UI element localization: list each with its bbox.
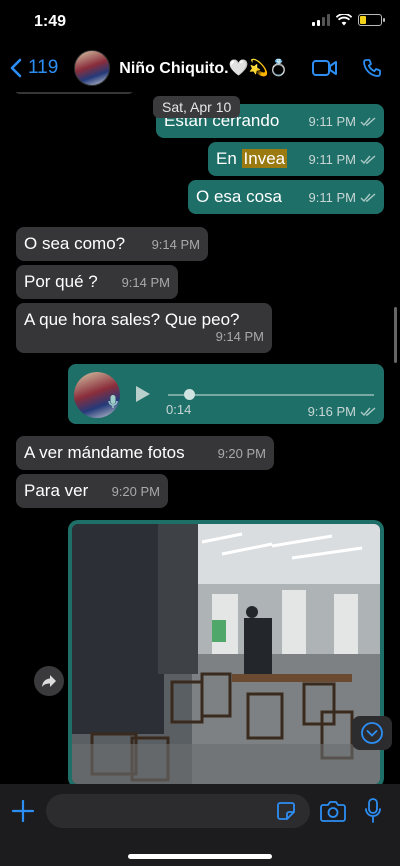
message-time: 9:11 PM [308,114,356,129]
message-text: O sea como? [24,234,126,253]
message-time: 9:20 PM [111,484,160,499]
message-text: A ver mándame fotos [24,443,185,462]
microphone-icon [108,395,118,408]
double-check-icon [360,406,376,416]
message-bubble[interactable]: A que hora sales? Que peo? 9:14 PM [16,303,272,353]
message-time: 9:20 PM [217,446,266,461]
contact-name[interactable]: Niño Chiquito.🤍💫💍 [119,58,288,78]
chevron-down-icon [361,722,383,744]
chat-header: 119 Niño Chiquito.🤍💫💍 [0,44,400,92]
contact-avatar[interactable] [74,50,111,86]
voice-progress-knob[interactable] [184,389,195,400]
photo-image[interactable] [72,524,380,784]
message-bubble[interactable]: O sea como? 9:14 PM [16,227,208,261]
back-count: 119 [28,57,59,78]
status-time: 1:49 [34,13,67,30]
message-text: A que hora sales? Que peo? [24,310,240,329]
scrollbar[interactable] [394,307,397,363]
back-button[interactable]: 119 [10,57,58,79]
camera-icon[interactable] [320,800,346,822]
play-icon[interactable] [134,384,152,404]
input-bar [0,784,400,866]
message-text: Para ver [24,481,89,500]
sticker-icon[interactable] [276,801,296,821]
message-bubble[interactable]: En Invea 9:11 PM [208,142,384,176]
message-time: 9:14 PM [215,329,264,344]
video-call-icon[interactable] [312,59,338,77]
message-bubble[interactable]: Por qué ? 9:14 PM [16,265,178,299]
chat-area[interactable]: Sat, Apr 10 Están cerrando 9:11 PM En In… [0,92,400,784]
date-separator: Sat, Apr 10 [153,96,241,118]
photo-message[interactable] [68,520,384,784]
message-bubble[interactable]: O esa cosa 9:11 PM [188,180,384,214]
plus-icon[interactable] [10,798,36,824]
status-bar: 1:49 [0,0,400,44]
message-text: Por qué ? [24,272,98,291]
search-highlight: Invea [241,149,288,168]
message-time: 9:14 PM [121,275,170,290]
phone-icon[interactable] [362,58,382,78]
double-check-icon [360,155,376,165]
message-time: 9:11 PM [308,152,356,167]
message-time: 9:16 PM [307,404,356,419]
message-input[interactable] [46,794,310,828]
message-text: O esa cosa [196,187,282,206]
message-time: 9:11 PM [308,190,356,205]
battery-icon [358,14,385,26]
signal-icon [312,14,330,26]
voice-duration: 0:14 [166,402,192,417]
voice-progress-track[interactable] [168,394,374,396]
chevron-left-icon [10,58,22,78]
previous-message-edge [14,92,134,94]
wifi-icon [336,14,352,26]
scroll-to-bottom-button[interactable] [352,716,392,750]
double-check-icon [360,117,376,127]
voice-message[interactable]: 0:14 9:16 PM [68,364,384,424]
message-bubble[interactable]: Para ver 9:20 PM [16,474,168,508]
double-check-icon [360,193,376,203]
forward-button[interactable] [34,666,64,696]
message-text: En [216,149,242,168]
message-time: 9:14 PM [151,237,200,252]
forward-icon [42,675,56,687]
status-icons [312,14,385,26]
home-indicator [128,854,272,859]
photo-illustration [72,524,380,784]
microphone-icon[interactable] [364,798,382,824]
message-bubble[interactable]: A ver mándame fotos 9:20 PM [16,436,274,470]
